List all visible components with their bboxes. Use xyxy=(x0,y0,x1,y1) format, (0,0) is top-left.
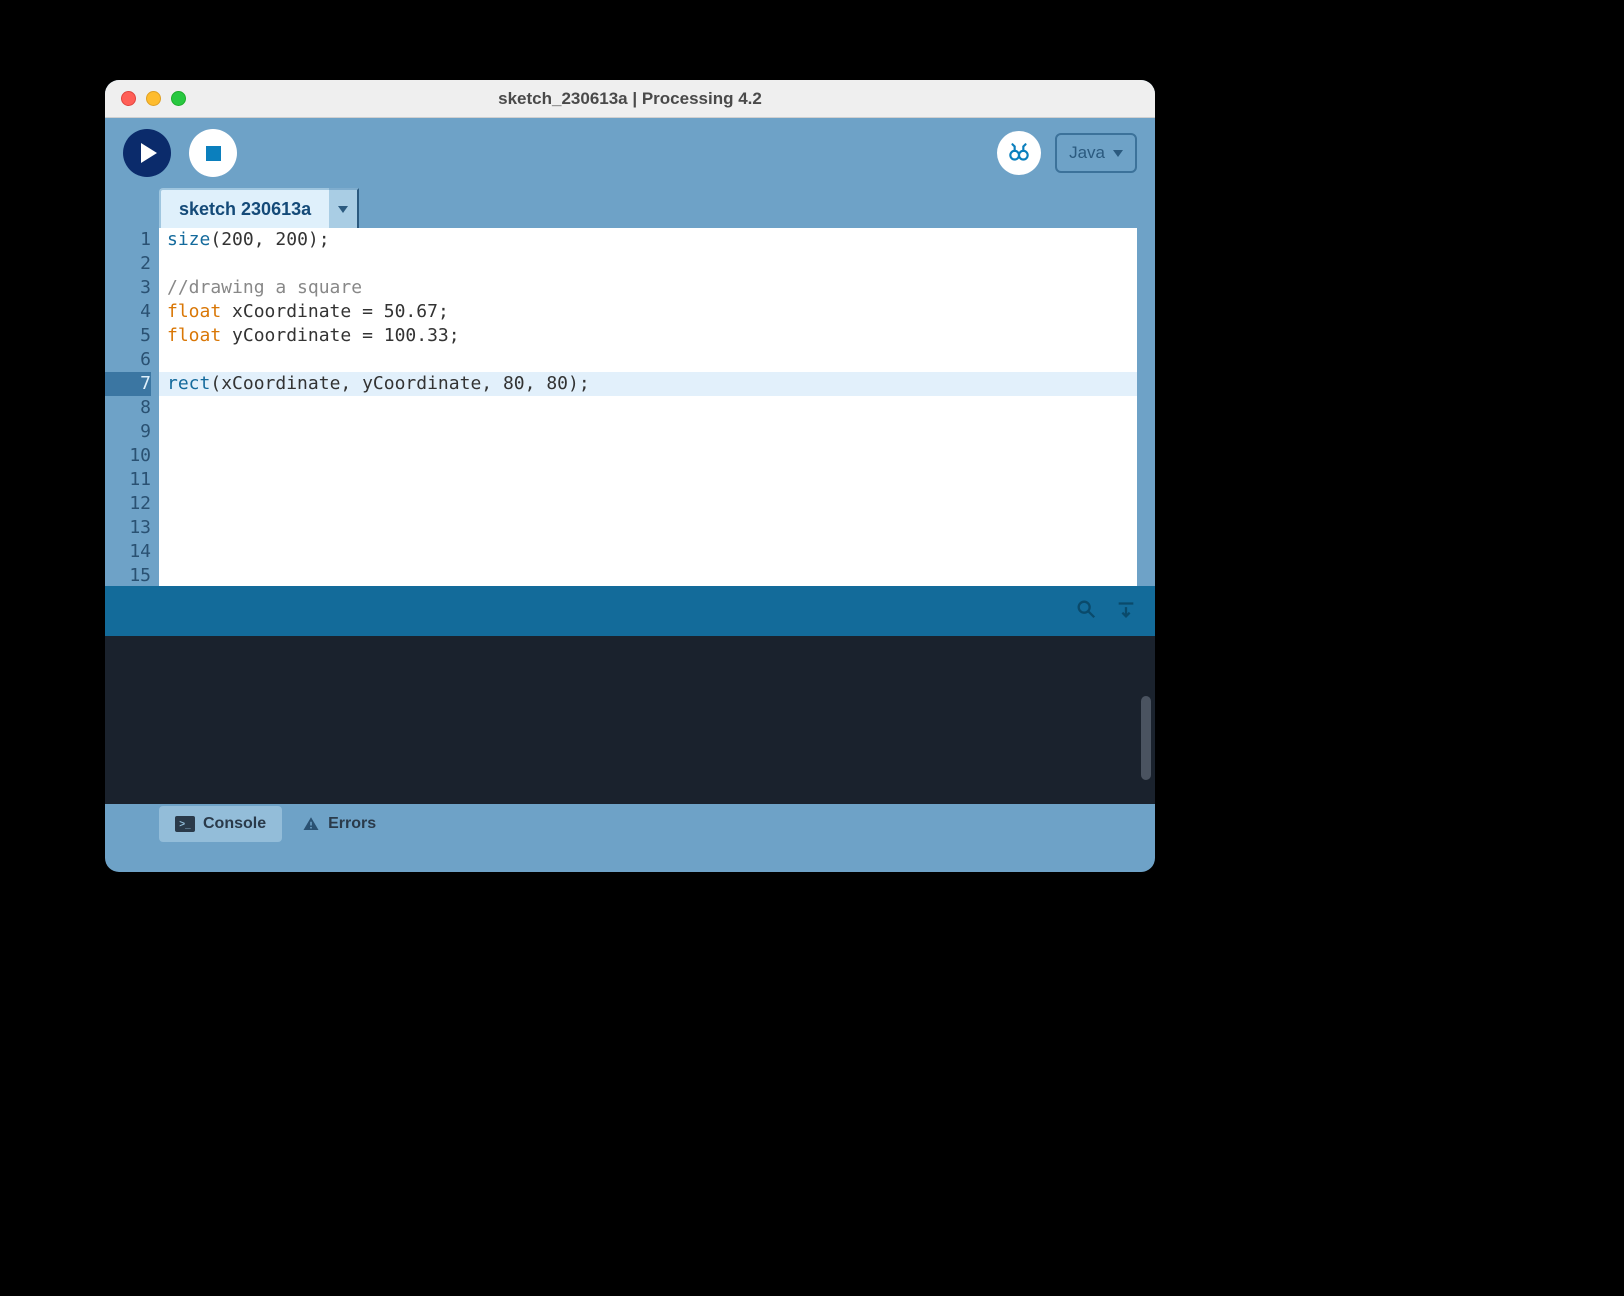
line-number: 1 xyxy=(105,228,151,252)
console-icon: >_ xyxy=(175,816,195,832)
line-number: 10 xyxy=(105,444,151,468)
mode-label: Java xyxy=(1069,143,1105,163)
debug-button[interactable] xyxy=(997,131,1041,175)
chevron-down-icon xyxy=(1113,150,1123,157)
code-line[interactable] xyxy=(159,468,1137,492)
line-number: 14 xyxy=(105,540,151,564)
line-number: 7 xyxy=(105,372,151,396)
line-number: 13 xyxy=(105,516,151,540)
search-icon[interactable] xyxy=(1075,598,1097,625)
errors-tab-label: Errors xyxy=(328,815,376,833)
status-bar xyxy=(105,586,1155,636)
line-number: 12 xyxy=(105,492,151,516)
titlebar: sketch_230613a | Processing 4.2 xyxy=(105,80,1155,118)
mode-select[interactable]: Java xyxy=(1055,133,1137,173)
code-line[interactable] xyxy=(159,492,1137,516)
console-tab[interactable]: >_ Console xyxy=(159,806,282,842)
line-number: 2 xyxy=(105,252,151,276)
code-line[interactable]: rect(xCoordinate, yCoordinate, 80, 80); xyxy=(159,372,1137,396)
collapse-icon[interactable] xyxy=(1115,598,1137,625)
console-tab-label: Console xyxy=(203,815,266,833)
line-number: 5 xyxy=(105,324,151,348)
window-title: sketch_230613a | Processing 4.2 xyxy=(105,89,1155,109)
sketch-tab[interactable]: sketch 230613a xyxy=(159,188,329,228)
editor-area: 123456789101112131415 size(200, 200);//d… xyxy=(105,228,1137,586)
app-window: sketch_230613a | Processing 4.2 Java xyxy=(105,80,1155,872)
bottom-tab-bar: >_ Console Errors xyxy=(105,804,1155,844)
warning-icon xyxy=(302,815,320,833)
code-line[interactable] xyxy=(159,396,1137,420)
code-line[interactable] xyxy=(159,564,1137,586)
code-line[interactable]: float yCoordinate = 100.33; xyxy=(159,324,1137,348)
minimize-window-button[interactable] xyxy=(146,91,161,106)
console-scrollbar[interactable] xyxy=(1141,696,1151,780)
line-number: 4 xyxy=(105,300,151,324)
line-number: 11 xyxy=(105,468,151,492)
stop-button[interactable] xyxy=(189,129,237,177)
line-number: 15 xyxy=(105,564,151,588)
maximize-window-button[interactable] xyxy=(171,91,186,106)
line-gutter: 123456789101112131415 xyxy=(105,228,159,586)
play-icon xyxy=(141,143,157,163)
code-line[interactable] xyxy=(159,516,1137,540)
code-line[interactable]: //drawing a square xyxy=(159,276,1137,300)
code-line[interactable]: size(200, 200); xyxy=(159,228,1137,252)
line-number: 6 xyxy=(105,348,151,372)
traffic-lights xyxy=(121,91,186,106)
line-number: 9 xyxy=(105,420,151,444)
chevron-down-icon xyxy=(338,206,348,213)
code-line[interactable] xyxy=(159,348,1137,372)
code-line[interactable] xyxy=(159,540,1137,564)
debug-icon xyxy=(1006,140,1032,166)
tab-dropdown-button[interactable] xyxy=(329,188,359,228)
tab-label: sketch 230613a xyxy=(179,199,311,220)
code-line[interactable] xyxy=(159,444,1137,468)
stop-icon xyxy=(206,146,221,161)
code-line[interactable] xyxy=(159,252,1137,276)
code-editor[interactable]: size(200, 200); //drawing a squarefloat x… xyxy=(159,228,1137,586)
console-output[interactable] xyxy=(105,636,1155,804)
code-line[interactable]: float xCoordinate = 50.67; xyxy=(159,300,1137,324)
line-number: 8 xyxy=(105,396,151,420)
close-window-button[interactable] xyxy=(121,91,136,106)
errors-tab[interactable]: Errors xyxy=(286,806,392,842)
tab-row: sketch 230613a xyxy=(105,188,1155,228)
run-button[interactable] xyxy=(123,129,171,177)
toolbar: Java xyxy=(105,118,1155,188)
code-line[interactable] xyxy=(159,420,1137,444)
line-number: 3 xyxy=(105,276,151,300)
